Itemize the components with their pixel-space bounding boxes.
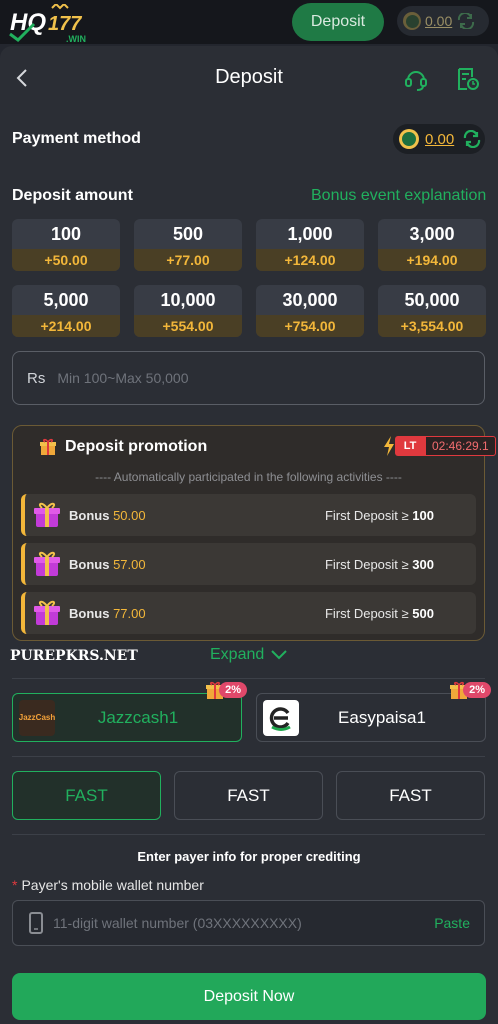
promotion-condition: First Deposit ≥ 500 xyxy=(324,605,434,621)
payment-method-label: Payment method xyxy=(12,130,141,147)
amount-option[interactable]: 5,000 +214.00 xyxy=(12,285,120,337)
amount-value: 100 xyxy=(50,223,82,244)
divider xyxy=(12,834,485,835)
top-deposit-button[interactable]: Deposit xyxy=(292,3,384,41)
gift-box-icon xyxy=(34,502,60,527)
amount-option[interactable]: 50,000 +3,554.00 xyxy=(378,285,486,337)
amount-option[interactable]: 1,000 +124.00 xyxy=(256,219,364,271)
promotion-subtitle: ---- Automatically participated in the f… xyxy=(95,470,402,484)
lt-tag: LT xyxy=(395,436,425,456)
gift-icon xyxy=(40,438,56,455)
wallet-number-field[interactable]: Paste xyxy=(12,900,485,946)
promotion-header: Deposit promotion xyxy=(39,438,207,456)
deposit-now-button[interactable]: Deposit Now xyxy=(12,973,486,1020)
expand-label: Expand xyxy=(210,646,265,663)
easypaisa-logo xyxy=(263,699,299,736)
expand-button[interactable]: Expand xyxy=(210,646,288,664)
promotion-condition: First Deposit ≥ 100 xyxy=(324,507,434,523)
refresh-icon[interactable] xyxy=(456,13,476,29)
channel-fast-3[interactable]: FAST xyxy=(336,771,485,820)
amount-bonus: +214.00 xyxy=(12,315,120,337)
lightning-icon xyxy=(384,436,394,456)
channel-fast-1[interactable]: FAST xyxy=(12,771,161,820)
bonus-percent: 2% xyxy=(463,682,491,698)
gift-box-icon xyxy=(34,551,60,576)
bonus-badge: 2% xyxy=(205,680,247,700)
amount-value: 5,000 xyxy=(43,289,89,310)
payment-option-name: Easypaisa1 xyxy=(338,707,426,727)
bonus-badge: 2% xyxy=(449,680,491,700)
amount-bonus: +754.00 xyxy=(256,315,364,337)
amount-value: 10,000 xyxy=(160,289,216,310)
amount-bonus: +124.00 xyxy=(256,249,364,271)
amount-option[interactable]: 3,000 +194.00 xyxy=(378,219,486,271)
top-balance-amount: 0.00 xyxy=(425,13,453,29)
divider xyxy=(12,678,485,679)
customer-support-icon[interactable] xyxy=(403,66,429,92)
amount-value: 50,000 xyxy=(404,289,460,310)
gift-box-icon xyxy=(34,600,60,625)
refresh-icon[interactable] xyxy=(462,130,482,148)
top-balance[interactable]: 0.00 xyxy=(397,6,489,36)
promotion-row: Bonus 77.00 First Deposit ≥ 500 xyxy=(21,592,476,634)
promotion-bonus: Bonus 50.00 xyxy=(69,507,146,523)
amount-value: 30,000 xyxy=(282,289,338,310)
amount-bonus: +50.00 xyxy=(12,249,120,271)
jazzcash-logo: JazzCash xyxy=(19,699,55,736)
promotion-bonus: Bonus 77.00 xyxy=(69,605,146,621)
deposit-promotion-card: Deposit promotion LT 02:46:29.1 ---- Aut… xyxy=(12,425,496,641)
bonus-event-explanation-link[interactable]: Bonus event explanation xyxy=(311,187,486,205)
top-bar: HQ 177 .WIN Deposit 0.00 xyxy=(0,0,498,44)
wallet-number-input[interactable] xyxy=(53,915,393,931)
amount-bonus: +3,554.00 xyxy=(378,315,486,337)
bonus-percent: 2% xyxy=(219,682,247,698)
divider xyxy=(12,756,485,757)
promotion-row: Bonus 57.00 First Deposit ≥ 300 xyxy=(21,543,476,585)
amount-options-grid: 100 +50.00 500 +77.00 1,000 +124.00 3,000 +1… xyxy=(12,219,486,337)
required-mark: * xyxy=(12,877,18,893)
chevron-down-icon xyxy=(271,650,287,660)
wallet-number-label: * Payer's mobile wallet number xyxy=(12,877,204,893)
promotion-title: Deposit promotion xyxy=(65,438,208,455)
payment-option-jazzcash[interactable]: JazzCash Jazzcash1 2% xyxy=(12,681,247,742)
amount-bonus: +77.00 xyxy=(134,249,242,271)
channel-fast-2[interactable]: FAST xyxy=(174,771,323,820)
svg-text:177: 177 xyxy=(48,13,82,35)
amount-value: 3,000 xyxy=(409,223,455,244)
svg-text:.WIN: .WIN xyxy=(66,34,86,44)
promotion-bonus: Bonus 57.00 xyxy=(69,556,146,572)
watermark-text: PUREPKRS.NET xyxy=(10,648,138,664)
amount-value: 500 xyxy=(172,223,204,244)
amount-bonus: +554.00 xyxy=(134,315,242,337)
amount-option[interactable]: 30,000 +754.00 xyxy=(256,285,364,337)
hq177-logo[interactable]: HQ 177 .WIN xyxy=(8,4,100,44)
promotion-timer: LT 02:46:29.1 xyxy=(383,436,496,456)
phone-icon xyxy=(29,912,43,934)
paste-button[interactable]: Paste xyxy=(434,915,470,931)
page-header: Deposit xyxy=(0,60,498,98)
deposit-history-icon[interactable] xyxy=(455,66,481,92)
amount-option[interactable]: 10,000 +554.00 xyxy=(134,285,242,337)
payment-balance-amount: 0.00 xyxy=(425,130,455,148)
pk-coin-icon xyxy=(399,129,419,149)
payer-info-note: Enter payer info for proper crediting xyxy=(137,849,361,864)
amount-value: 1,000 xyxy=(287,223,333,244)
payment-balance[interactable]: 0.00 xyxy=(393,124,485,154)
amount-bonus: +194.00 xyxy=(378,249,486,271)
amount-option[interactable]: 500 +77.00 xyxy=(134,219,242,271)
countdown-timer: 02:46:29.1 xyxy=(425,436,496,456)
amount-option[interactable]: 100 +50.00 xyxy=(12,219,120,271)
currency-label: Rs xyxy=(27,369,46,387)
promotion-condition: First Deposit ≥ 300 xyxy=(324,556,434,572)
payment-option-easypaisa[interactable]: Easypaisa1 2% xyxy=(256,681,491,742)
amount-input-field[interactable]: Rs xyxy=(12,351,485,405)
amount-input[interactable] xyxy=(57,370,438,386)
deposit-amount-label: Deposit amount xyxy=(12,187,133,204)
promotion-row: Bonus 50.00 First Deposit ≥ 100 xyxy=(21,494,476,536)
payment-option-name: Jazzcash1 xyxy=(97,707,179,727)
pk-coin-icon xyxy=(403,12,421,30)
